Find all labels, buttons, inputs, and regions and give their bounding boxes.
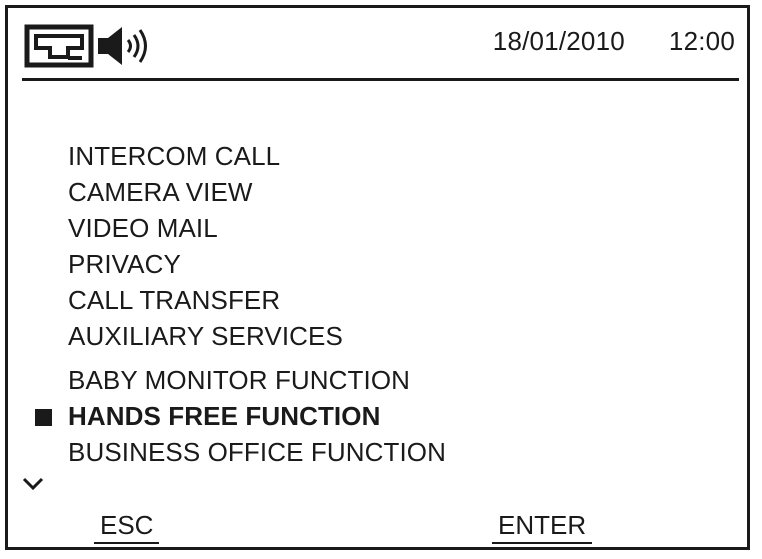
- esc-softkey[interactable]: ESC: [94, 510, 160, 544]
- menu-item-label: CALL TRANSFER: [68, 285, 281, 315]
- main-menu: INTERCOM CALL CAMERA VIEW VIDEO MAIL PRI…: [35, 138, 446, 470]
- date-time: 18/01/2010 12:00: [493, 26, 735, 57]
- menu-item-label: INTERCOM CALL: [68, 141, 281, 171]
- menu-item-hands-free-function[interactable]: HANDS FREE FUNCTION: [35, 398, 446, 434]
- header-divider: [22, 78, 739, 81]
- menu-item-intercom-call[interactable]: INTERCOM CALL: [68, 138, 446, 174]
- menu-item-label: PRIVACY: [68, 249, 181, 279]
- status-icons: [24, 24, 156, 68]
- enter-softkey[interactable]: ENTER: [492, 510, 593, 544]
- menu-item-label: AUXILIARY SERVICES: [68, 321, 343, 351]
- menu-item-baby-monitor-function[interactable]: BABY MONITOR FUNCTION: [68, 362, 446, 398]
- selection-marker-icon: [35, 409, 52, 426]
- date-display: 18/01/2010: [492, 26, 625, 56]
- time-display: 12:00: [668, 26, 735, 56]
- status-bar: 18/01/2010 12:00: [8, 8, 747, 81]
- display-screen: 18/01/2010 12:00 INTERCOM CALL CAMERA VI…: [5, 5, 750, 550]
- menu-item-video-mail[interactable]: VIDEO MAIL: [68, 210, 446, 246]
- menu-item-business-office-function[interactable]: BUSINESS OFFICE FUNCTION: [68, 434, 446, 470]
- menu-item-auxiliary-services[interactable]: AUXILIARY SERVICES: [68, 318, 446, 354]
- menu-item-label: BUSINESS OFFICE FUNCTION: [68, 437, 446, 467]
- menu-item-label: HANDS FREE FUNCTION: [68, 401, 381, 431]
- menu-item-camera-view[interactable]: CAMERA VIEW: [68, 174, 446, 210]
- chevron-down-icon[interactable]: [22, 476, 44, 492]
- intercom-icon: [24, 24, 94, 68]
- menu-item-label: VIDEO MAIL: [68, 213, 218, 243]
- menu-item-label: CAMERA VIEW: [68, 177, 253, 207]
- speaker-volume-icon: [98, 27, 147, 65]
- menu-item-privacy[interactable]: PRIVACY: [68, 246, 446, 282]
- menu-item-call-transfer[interactable]: CALL TRANSFER: [68, 282, 446, 318]
- menu-item-label: BABY MONITOR FUNCTION: [68, 365, 411, 395]
